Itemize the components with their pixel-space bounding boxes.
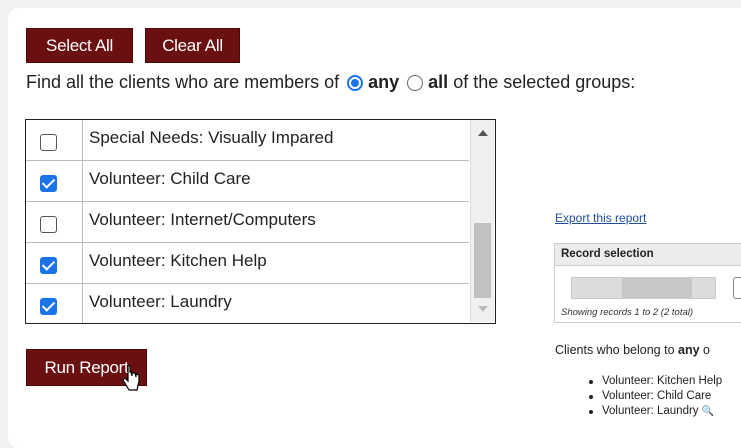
clear-all-button[interactable]: Clear All: [145, 28, 240, 63]
record-selection-button[interactable]: [733, 277, 741, 299]
group-label: Volunteer: Laundry: [89, 292, 232, 311]
listbox-scrollbar[interactable]: [470, 120, 494, 322]
export-report-link[interactable]: Export this report: [555, 211, 646, 225]
clients-summary: Clients who belong to any o: [555, 343, 710, 357]
membership-criteria: Find all the clients who are members of …: [26, 72, 635, 93]
group-row[interactable]: Volunteer: Kitchen Help: [26, 243, 469, 284]
group-row[interactable]: Volunteer: Internet/Computers: [26, 202, 469, 243]
scroll-down-arrow-icon[interactable]: [478, 306, 488, 312]
group-row[interactable]: Special Needs: Visually Impared: [26, 120, 469, 161]
group-label: Volunteer: Child Care: [89, 169, 251, 188]
list-item: Volunteer: Kitchen Help: [582, 374, 722, 389]
group-checkbox[interactable]: [40, 298, 57, 315]
group-row[interactable]: Volunteer: Child Care: [26, 161, 469, 202]
scroll-thumb[interactable]: [474, 223, 491, 298]
any-radio[interactable]: [347, 74, 364, 91]
group-label: Volunteer: Kitchen Help: [89, 251, 267, 270]
scroll-up-arrow-icon[interactable]: [478, 130, 488, 136]
select-all-button[interactable]: Select All: [26, 28, 133, 63]
group-checkbox[interactable]: [40, 175, 57, 192]
record-selection-title: Record selection: [555, 244, 741, 266]
all-radio-label[interactable]: all: [428, 72, 448, 93]
groups-listbox[interactable]: Special Needs: Visually Impared Voluntee…: [25, 119, 496, 324]
group-checkbox[interactable]: [40, 134, 57, 151]
any-radio-label[interactable]: any: [368, 72, 399, 93]
mouse-cursor-icon: [122, 364, 140, 391]
record-status: Showing records 1 to 2 (2 total): [561, 307, 694, 318]
group-label: Volunteer: Internet/Computers: [89, 210, 316, 229]
list-item: Volunteer: Child Care: [582, 389, 722, 404]
record-slider[interactable]: [571, 277, 716, 299]
group-row[interactable]: Volunteer: Laundry: [26, 284, 469, 323]
list-item: Volunteer: Laundry 🔍: [582, 404, 722, 419]
record-selection-box: Record selection Showing records 1 to 2 …: [554, 243, 741, 323]
all-radio[interactable]: [407, 74, 424, 91]
selected-groups-list: Volunteer: Kitchen Help Volunteer: Child…: [582, 374, 722, 419]
group-checkbox[interactable]: [40, 216, 57, 233]
clients-prefix: Clients who belong to: [555, 343, 675, 357]
clients-any: any: [678, 343, 700, 357]
magnifier-icon[interactable]: 🔍: [702, 406, 714, 417]
group-label: Special Needs: Visually Impared: [89, 128, 334, 147]
group-checkbox[interactable]: [40, 257, 57, 274]
criteria-suffix: of the selected groups:: [453, 72, 636, 92]
clients-rest: o: [703, 343, 710, 357]
criteria-prefix: Find all the clients who are members of: [26, 72, 340, 92]
